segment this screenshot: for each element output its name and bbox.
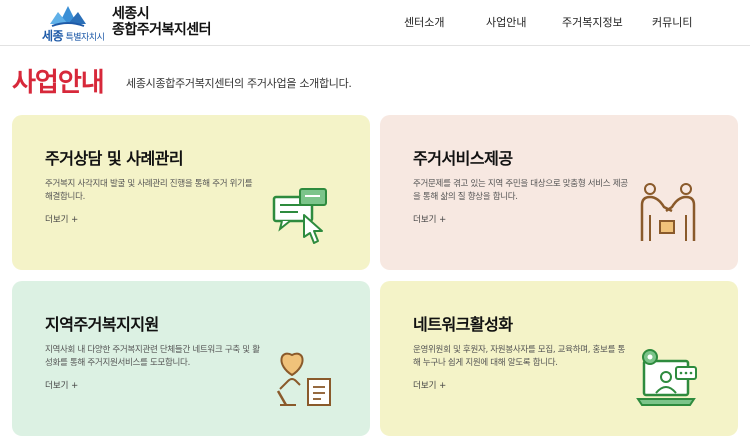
more-link[interactable]: 더보기 +: [413, 379, 446, 391]
card-title: 주거서비스제공: [413, 149, 513, 168]
logo-title: 세종시 종합주거복지센터: [112, 6, 212, 38]
card-title: 지역주거복지지원: [45, 315, 159, 334]
card-regional-support[interactable]: 지역주거복지지원 지역사회 내 다양한 주거복지관련 단체들간 네트워크 구축 …: [12, 281, 370, 436]
card-description: 주거문제를 겪고 있는 지역 주민을 대상으로 맞춤형 서비스 제공을 통해 삶…: [413, 179, 628, 202]
nav-housing-info[interactable]: 주거복지정보: [562, 0, 623, 46]
nav-business[interactable]: 사업안내: [486, 0, 526, 46]
card-description: 주거복지 사각지대 발굴 및 사례관리 진행을 통해 주거 위기를 해결합니다.: [45, 179, 253, 202]
more-link[interactable]: 더보기 +: [413, 213, 446, 225]
card-network-activation[interactable]: 네트워크활성화 운영위원회 및 후원자, 자원봉사자를 모집, 교육하며, 홍보…: [380, 281, 738, 436]
site-header: 세종 특별자치시 세종시 종합주거복지센터 센터소개 사업안내 주거복지정보 커…: [0, 0, 750, 46]
card-title: 네트워크활성화: [413, 315, 513, 334]
more-link[interactable]: 더보기 +: [45, 379, 78, 391]
nav-community[interactable]: 커뮤니티: [652, 0, 692, 46]
logo-subtitle: 세종 특별자치시: [42, 29, 105, 43]
card-housing-service[interactable]: 주거서비스제공 주거문제를 겪고 있는 지역 주민을 대상으로 맞춤형 서비스 …: [380, 115, 738, 270]
page-title: 사업안내: [12, 68, 105, 98]
card-housing-counseling[interactable]: 주거상담 및 사례관리 주거복지 사각지대 발굴 및 사례관리 진행을 통해 주…: [12, 115, 370, 270]
card-title: 주거상담 및 사례관리: [45, 149, 184, 168]
heart-hand-icon: [276, 352, 331, 406]
page-description: 세종시종합주거복지센터의 주거사업을 소개합니다.: [126, 77, 352, 90]
site-logo[interactable]: 세종 특별자치시 세종시 종합주거복지센터: [38, 4, 228, 43]
card-description: 지역사회 내 다양한 주거복지관련 단체들간 네트워크 구축 및 활성화를 통해…: [45, 345, 260, 368]
more-link[interactable]: 더보기 +: [45, 213, 78, 225]
card-description: 운영위원회 및 후원자, 자원봉사자를 모집, 교육하며, 홍보를 통해 누구나…: [413, 345, 626, 368]
network-laptop-icon: [636, 349, 697, 406]
nav-center-intro[interactable]: 센터소개: [404, 0, 444, 46]
chat-pointer-icon: [272, 188, 327, 244]
people-box-icon: [640, 183, 696, 241]
